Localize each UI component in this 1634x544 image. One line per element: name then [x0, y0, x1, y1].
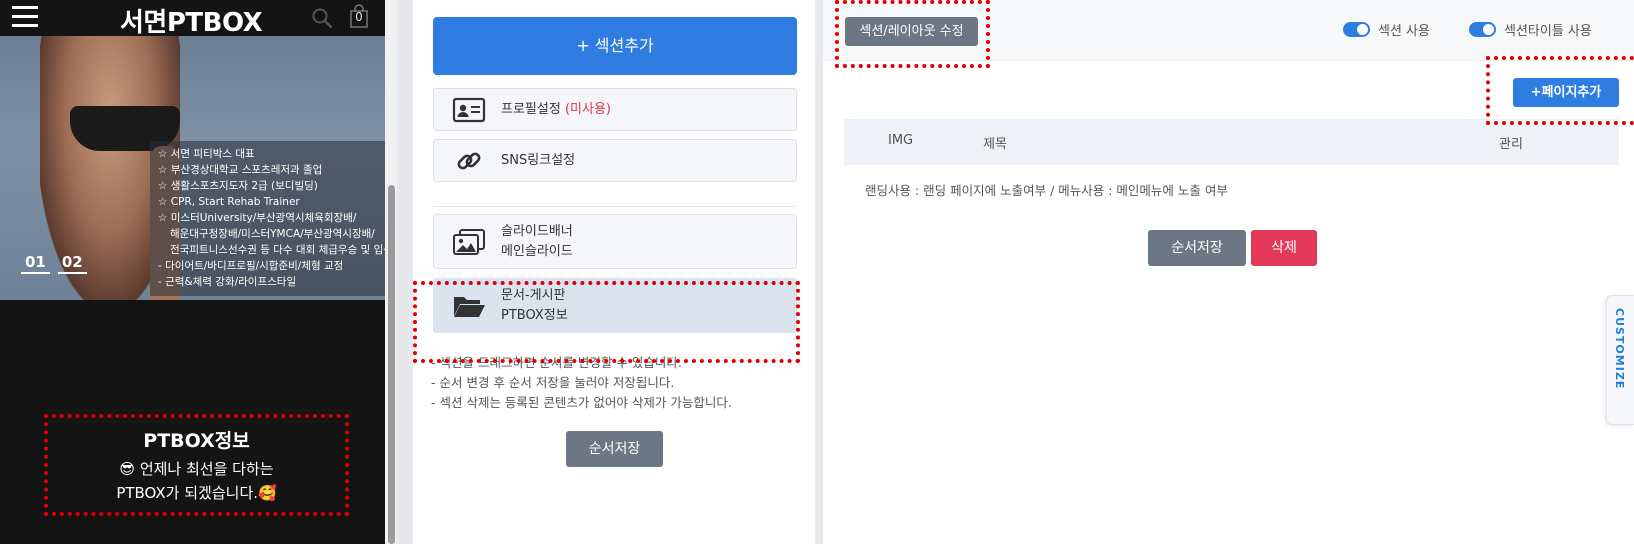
shopping-bag-icon[interactable]: 0 [350, 4, 368, 28]
hero-line: ☆ 서면 피티박스 대표 [158, 148, 255, 160]
divider [433, 206, 797, 207]
help-note: - 순서 변경 후 순서 저장을 눌러야 저장됩니다. [431, 375, 675, 390]
customize-label: CUSTOMIZE [1613, 308, 1626, 390]
section-list-panel: + 섹션추가 프로필설정 (미사용) SNS링크설정 슬라이드배너 메인슬라이드… [413, 0, 815, 544]
hero-line: ☆ 부산경상대학교 스포츠레저과 졸업 [158, 164, 323, 176]
hero-line: 전국피트니스선수권 등 다수 대회 체급우승 및 입상 [170, 244, 385, 256]
mobile-preview: 서면PTBOX 0 ☆ 서면 피티박스 대표 ☆ 부산경상대학교 스포츠레저과 … [0, 0, 385, 544]
section-item-label: 슬라이드배너 [501, 223, 573, 239]
section-item-profile-text: 프로필설정 (미사용) [501, 100, 611, 120]
toggle-section-use[interactable]: 섹션 사용 [1343, 20, 1430, 39]
section-item-slider[interactable]: 슬라이드배너 메인슬라이드 [433, 214, 797, 269]
preview-section-line1: 😎 언제나 최선을 다하는 [119, 460, 274, 478]
site-title[interactable]: 서면PTBOX [120, 2, 263, 39]
save-order-button[interactable]: 순서저장 [566, 431, 663, 467]
slide-pagination: 01 02 [21, 252, 95, 274]
add-page-highlight [1486, 56, 1634, 125]
delete-button[interactable]: 삭제 [1251, 230, 1317, 266]
help-note: - 섹션 삭제는 등록된 콘텐츠가 없어야 삭제가 가능합니다. [431, 395, 732, 410]
hero-slide[interactable]: ☆ 서면 피티박스 대표 ☆ 부산경상대학교 스포츠레저과 졸업 ☆ 생활스포츠… [0, 36, 385, 300]
profile-card-icon [452, 97, 486, 122]
images-icon [453, 228, 485, 255]
preview-section-title: PTBOX정보 [143, 430, 250, 452]
toggle-section-title-use[interactable]: 섹션타이틀 사용 [1469, 20, 1592, 39]
hero-line: ☆ 미스터University/부산광역시체육회장배/ [158, 212, 357, 224]
hero-line: - 다이어트/바디프로필/시합준비/체형 교정 [158, 260, 344, 272]
toggle-switch[interactable] [1343, 22, 1370, 37]
table-header: IMG 제목 관리 [844, 119, 1619, 165]
slide-number[interactable]: 02 [57, 253, 87, 274]
column-title: 제목 [983, 137, 1007, 152]
link-icon [457, 152, 481, 169]
menu-icon[interactable] [12, 6, 38, 28]
section-detail-panel: 섹션/레이아웃 수정 섹션 사용 섹션타이틀 사용 +페이지추가 IMG 제목 … [823, 0, 1634, 544]
section-item-label: SNS링크설정 [501, 152, 576, 168]
section-item-label: 프로필설정 [501, 101, 561, 117]
section-item-profile[interactable]: 프로필설정 (미사용) [433, 88, 797, 131]
usage-note: 랜딩사용 : 랜딩 페이지에 노출여부 / 메뉴사용 : 메인메뉴에 노출 여부 [865, 183, 1228, 198]
mobile-header: 서면PTBOX 0 [0, 0, 385, 39]
unused-status: (미사용) [564, 101, 611, 117]
section-item-sub: 메인슬라이드 [501, 243, 573, 259]
preview-section-highlight: PTBOX정보 😎 언제나 최선을 다하는 PTBOX가 되겠습니다.🥰 [44, 414, 349, 516]
section-item-sns[interactable]: SNS링크설정 [433, 139, 797, 182]
selected-section-highlight [413, 281, 800, 363]
hero-line: ☆ CPR, Start Rehab Trainer [158, 196, 300, 208]
preview-scrollbar[interactable] [385, 0, 397, 544]
cart-count: 0 [355, 10, 363, 24]
preview-section-line2: PTBOX가 되겠습니다.🥰 [116, 484, 277, 502]
customize-tab[interactable]: CUSTOMIZE [1606, 295, 1634, 425]
toggle-label: 섹션 사용 [1378, 24, 1430, 39]
search-icon[interactable] [310, 6, 334, 30]
scrollbar-thumb[interactable] [388, 185, 395, 544]
hero-text: ☆ 서면 피티박스 대표 ☆ 부산경상대학교 스포츠레저과 졸업 ☆ 생활스포츠… [158, 146, 385, 290]
toggle-label: 섹션타이틀 사용 [1504, 24, 1592, 39]
column-img: IMG [888, 133, 914, 148]
add-section-button[interactable]: + 섹션추가 [433, 17, 797, 75]
toggle-switch[interactable] [1469, 22, 1496, 37]
save-order-button[interactable]: 순서저장 [1148, 230, 1246, 266]
section-item-slider-text: 슬라이드배너 메인슬라이드 [501, 222, 573, 262]
layout-button-highlight [835, 0, 990, 68]
hero-line: 해운대구청장배/미스터YMCA/부산광역시장배/ [170, 228, 375, 240]
hero-line: - 근력&체력 강화/라이프스타일 [158, 276, 297, 288]
column-manage: 관리 [1499, 137, 1523, 152]
slide-number[interactable]: 01 [21, 253, 50, 274]
hero-line: ☆ 생활스포츠지도자 2급 (보디빌딩) [158, 180, 318, 192]
